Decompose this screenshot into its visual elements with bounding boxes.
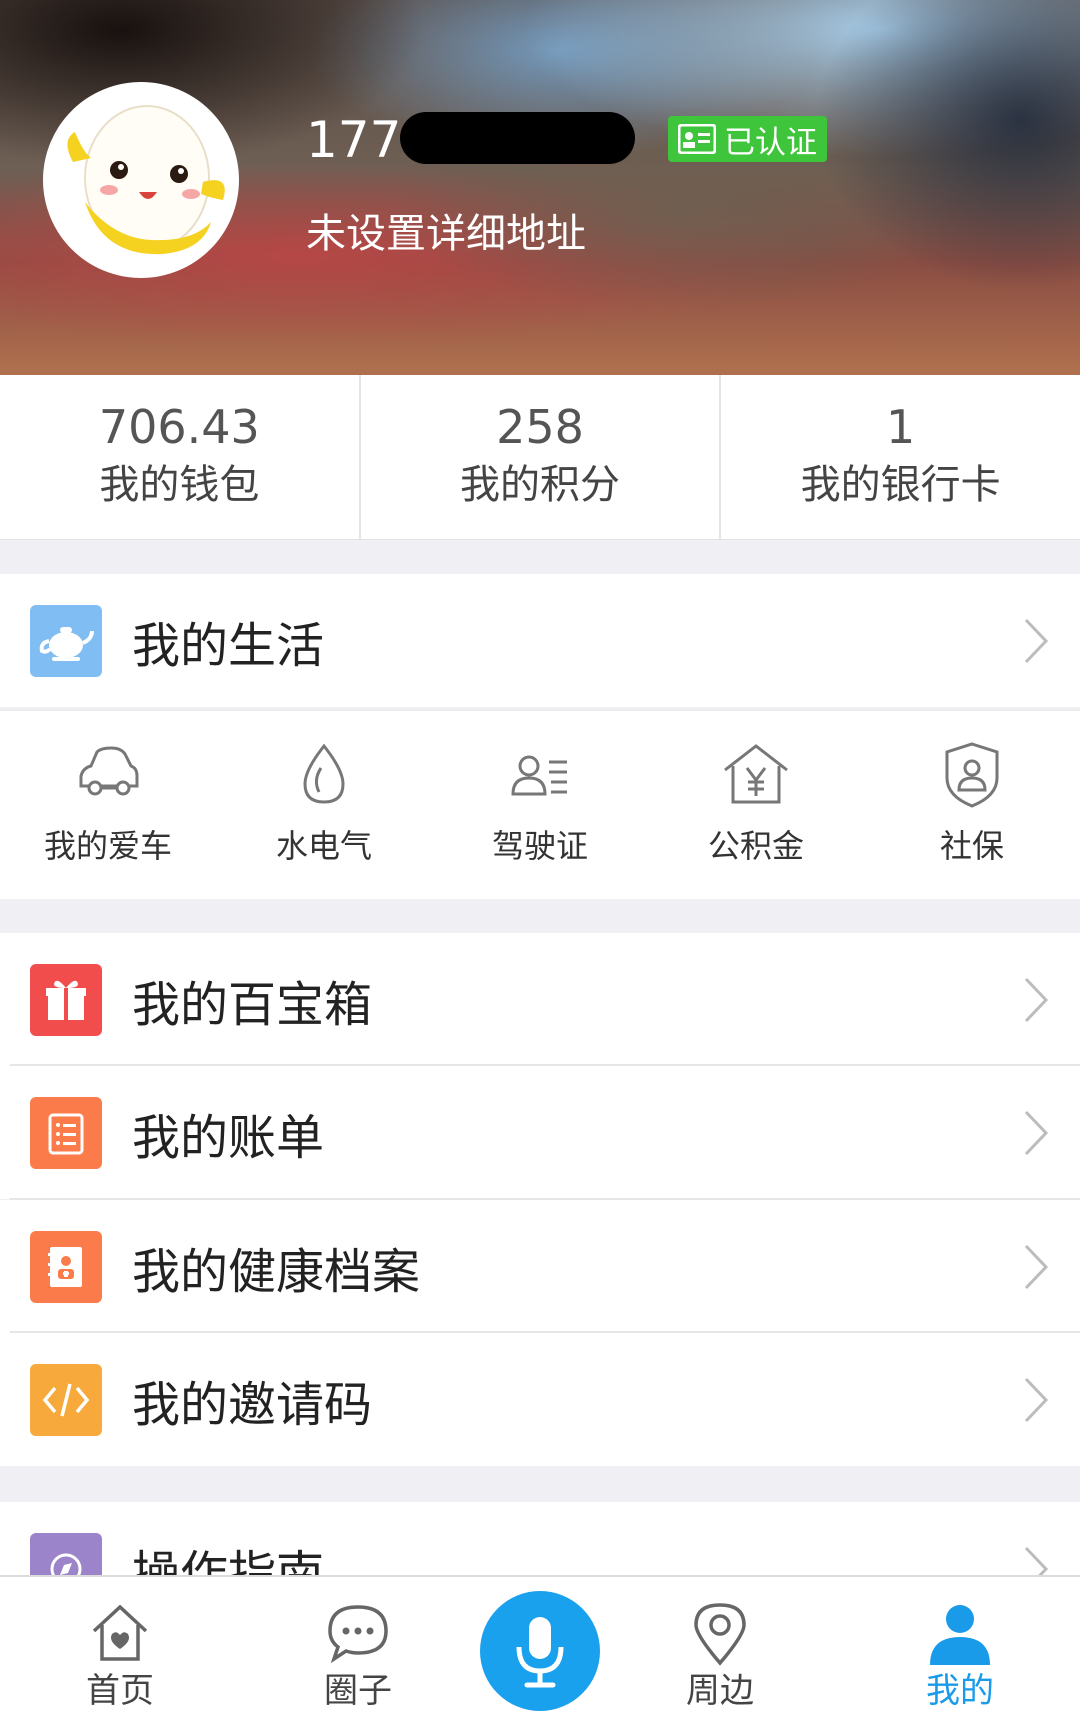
tab-circle[interactable]: 圈子 (278, 1577, 438, 1720)
social-security-icon (945, 742, 999, 808)
verified-badge: 已认证 (668, 116, 827, 162)
tab-label: 首页 (86, 1671, 154, 1711)
life-item-social-security[interactable]: 社保 (864, 711, 1080, 899)
life-item-car[interactable]: 我的爱车 (0, 711, 216, 899)
id-card-icon (678, 124, 716, 154)
avatar[interactable] (43, 82, 239, 278)
address-text[interactable]: 未设置详细地址 (306, 208, 586, 260)
menu-label: 我的账单 (132, 1109, 325, 1166)
menu-bills[interactable]: 我的账单 (0, 1066, 1080, 1199)
phone-number: 177 (306, 111, 402, 169)
microphone-icon (516, 1617, 564, 1688)
life-item-label: 驾驶证 (491, 827, 588, 865)
car-icon (79, 746, 139, 796)
stat-wallet[interactable]: 706.43 我的钱包 (0, 375, 361, 539)
tab-mine[interactable]: 我的 (880, 1577, 1040, 1720)
life-item-housing-fund[interactable]: 公积金 (648, 711, 864, 899)
menu-label: 我的生活 (132, 617, 325, 674)
profile-header: 177 已认证 未设置详细地址 (0, 0, 1080, 375)
life-item-label: 水电气 (275, 827, 372, 865)
stat-value: 1 (886, 400, 916, 454)
life-item-utilities[interactable]: 水电气 (216, 711, 432, 899)
license-icon (511, 755, 567, 796)
teapot-icon (30, 604, 102, 677)
gift-icon (30, 963, 102, 1036)
life-item-label: 我的爱车 (43, 827, 172, 865)
tab-nearby[interactable]: 周边 (640, 1577, 800, 1720)
stat-value: 706.43 (98, 400, 260, 454)
menu-label: 我的健康档案 (132, 1243, 421, 1300)
stat-bank-cards[interactable]: 1 我的银行卡 (721, 375, 1080, 539)
bill-list-icon (30, 1096, 102, 1169)
mascot-avatar-icon (67, 105, 225, 255)
menu-label: 我的邀请码 (132, 1376, 373, 1433)
menu-treasure-box[interactable]: 我的百宝箱 (0, 933, 1080, 1066)
home-icon (92, 1604, 148, 1661)
chat-bubble-icon (328, 1605, 388, 1664)
chevron-right-icon (1024, 1244, 1049, 1289)
verified-label: 已认证 (724, 124, 817, 161)
code-icon (30, 1363, 102, 1436)
chevron-right-icon (1024, 977, 1049, 1022)
life-item-label: 公积金 (707, 827, 804, 865)
life-services-grid: 我的爱车 水电气 驾驶证 公积金 社保 (0, 709, 1080, 899)
menu-invite-code[interactable]: 我的邀请码 (0, 1333, 1080, 1466)
stat-label: 我的积分 (460, 462, 620, 508)
tab-label: 我的 (926, 1671, 994, 1711)
stat-label: 我的钱包 (99, 462, 260, 508)
menu-my-life[interactable]: 我的生活 (0, 574, 1080, 707)
chevron-right-icon (1024, 1110, 1049, 1155)
location-pin-icon (694, 1603, 746, 1666)
redacted-phone-digits (400, 112, 635, 164)
voice-button[interactable] (480, 1591, 600, 1711)
tab-label: 周边 (686, 1671, 754, 1711)
menu-label: 我的百宝箱 (132, 976, 373, 1033)
account-stats: 706.43 我的钱包 258 我的积分 1 我的银行卡 (0, 375, 1080, 540)
tab-home[interactable]: 首页 (40, 1577, 200, 1720)
chevron-right-icon (1024, 618, 1049, 663)
stat-value: 258 (496, 400, 584, 454)
life-item-label: 社保 (939, 827, 1004, 865)
menu-health-record[interactable]: 我的健康档案 (0, 1200, 1080, 1333)
health-record-icon (30, 1230, 102, 1303)
life-item-license[interactable]: 驾驶证 (432, 711, 648, 899)
fund-house-icon (724, 744, 788, 804)
tab-label: 圈子 (324, 1671, 392, 1711)
stat-points[interactable]: 258 我的积分 (361, 375, 722, 539)
water-drop-icon (303, 743, 345, 804)
chevron-right-icon (1024, 1377, 1049, 1422)
stat-label: 我的银行卡 (800, 462, 1001, 508)
user-icon (930, 1605, 990, 1665)
